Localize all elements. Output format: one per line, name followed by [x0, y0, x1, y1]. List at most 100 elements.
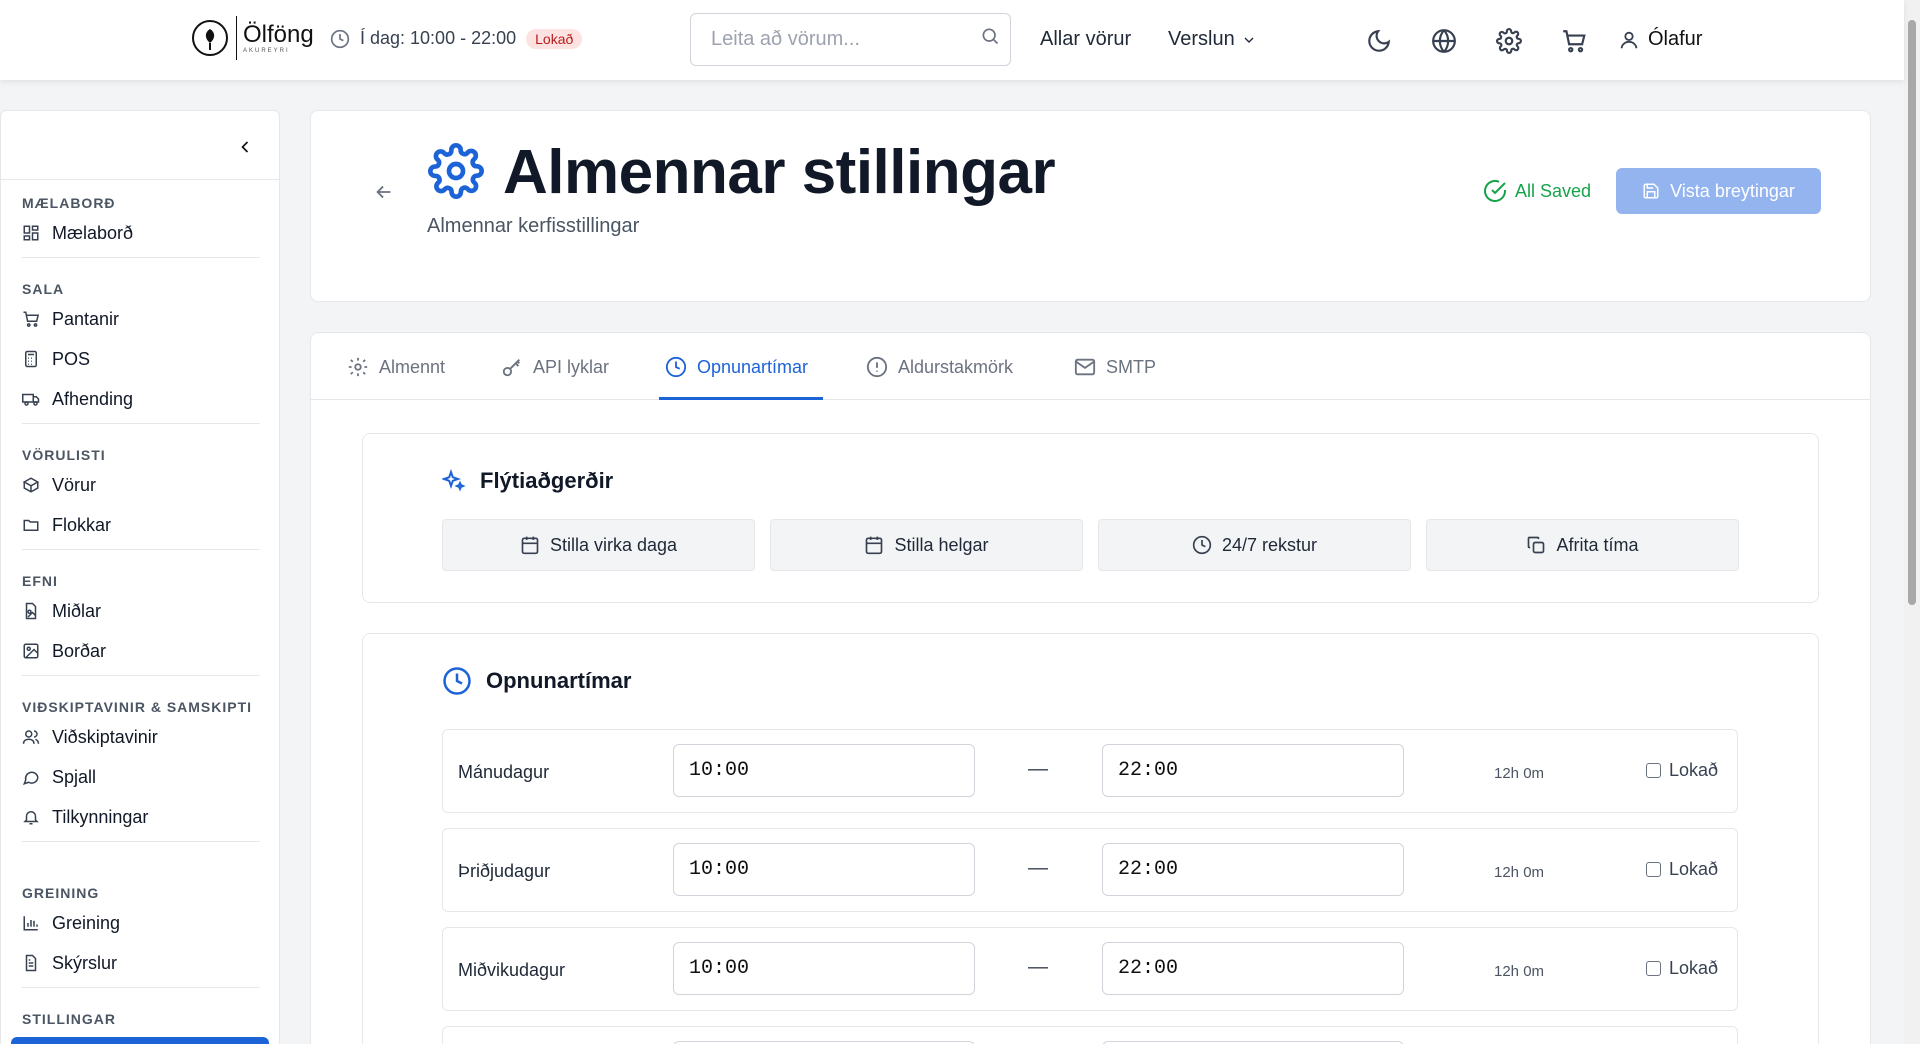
sidebar-item-analytics[interactable]: Greining: [22, 903, 260, 943]
sidebar-group-sales: SALA Pantanir POS Afhending: [22, 279, 260, 424]
sidebar-item-settings-active[interactable]: [11, 1037, 269, 1044]
checkbox-box[interactable]: [1646, 961, 1661, 976]
sidebar-item-orders[interactable]: Pantanir: [22, 299, 260, 339]
nav-store-dropdown[interactable]: Verslun: [1168, 28, 1257, 51]
close-time-input[interactable]: [1102, 843, 1404, 896]
moon-icon[interactable]: [1366, 28, 1392, 54]
sidebar-item-delivery[interactable]: Afhending: [22, 379, 260, 419]
open-time-input[interactable]: [673, 942, 975, 995]
sidebar-item-customers[interactable]: Viðskiptavinir: [22, 717, 260, 757]
settings-tabs: Almennt API lyklar Opnunartímar Aldursta…: [310, 332, 1871, 400]
bar-chart-icon: [23, 916, 38, 931]
sidebar-item-reports[interactable]: Skýrslur: [22, 943, 260, 983]
tab-smtp[interactable]: SMTP: [1074, 353, 1156, 381]
sidebar: MÆLABORÐ Mælaborð SALA Pantanir POS Afhe…: [0, 110, 280, 1044]
sidebar-item-dashboard[interactable]: Mælaborð: [22, 213, 260, 253]
time-separator: —: [1028, 758, 1048, 780]
open-time-input[interactable]: [673, 744, 975, 797]
gear-icon: [428, 143, 484, 199]
search-input[interactable]: [711, 28, 961, 51]
save-changes-label: Vista breytingar: [1670, 180, 1795, 201]
checkbox-box[interactable]: [1646, 763, 1661, 778]
gear-icon[interactable]: [1496, 28, 1522, 54]
checkbox-box[interactable]: [1646, 862, 1661, 877]
sidebar-item-media[interactable]: Miðlar: [22, 591, 260, 631]
key-icon: [502, 359, 520, 377]
sidebar-group-analytics: GREINING Greining Skýrslur: [22, 883, 260, 988]
sidebar-separator: [22, 841, 260, 842]
set-weekdays-button[interactable]: Stilla virka daga: [442, 519, 755, 571]
sidebar-group-title: VIÐSKIPTAVINIR & SAMSKIPTI: [22, 699, 253, 715]
time-separator: —: [1028, 857, 1048, 879]
day-name: Mánudagur: [458, 762, 550, 782]
sidebar-item-label: Vörur: [52, 474, 97, 495]
day-name: Þriðjudagur: [458, 861, 551, 881]
sidebar-group-title: VÖRULISTI: [22, 447, 106, 463]
sidebar-separator: [22, 675, 260, 676]
chevron-left-icon[interactable]: [235, 137, 255, 157]
sidebar-item-categories[interactable]: Flokkar: [22, 505, 260, 545]
sidebar-item-label: Mælaborð: [52, 222, 134, 243]
sidebar-item-banners[interactable]: Borðar: [22, 631, 260, 671]
top-navbar: Ölföng AKUREYRI Í dag: 10:00 - 22:00 Lok…: [0, 0, 1904, 80]
quick-actions-title-label: Flýtiaðgerðir: [480, 468, 614, 493]
logo-icon: [192, 20, 228, 56]
copy-hours-button[interactable]: Afrita tíma: [1426, 519, 1739, 571]
brand-logo[interactable]: Ölföng AKUREYRI: [190, 16, 314, 60]
tab-opening-hours[interactable]: Opnunartímar: [665, 353, 808, 381]
cart-icon[interactable]: [1561, 28, 1587, 54]
sidebar-item-chat[interactable]: Spjall: [22, 757, 260, 797]
sidebar-separator: [22, 257, 260, 258]
sidebar-item-products[interactable]: Vörur: [22, 465, 260, 505]
chevron-down-icon: [1244, 37, 1254, 43]
save-changes-button[interactable]: Vista breytingar: [1616, 168, 1821, 214]
sidebar-item-pos[interactable]: POS: [22, 339, 260, 379]
bell-icon: [23, 811, 39, 825]
page-scrollbar[interactable]: [1904, 0, 1920, 1044]
day-row-wednesday: Miðvikudagur — 12h 0m Lokað: [442, 927, 1738, 1011]
copy-icon: [1528, 536, 1545, 554]
arrow-left-icon[interactable]: [373, 181, 395, 203]
truck-icon: [22, 393, 40, 406]
sidebar-item-label: Spjall: [52, 766, 97, 787]
tab-label: Opnunartímar: [697, 356, 809, 377]
closed-checkbox[interactable]: Lokað: [1646, 760, 1718, 781]
sidebar-item-notifications[interactable]: Tilkynningar: [22, 797, 260, 837]
duration-label: 12h 0m: [1494, 963, 1545, 980]
sidebar-item-label: Borðar: [52, 640, 107, 661]
closed-checkbox[interactable]: Lokað: [1646, 859, 1718, 880]
sidebar-group-dashboard: MÆLABORÐ Mælaborð: [22, 193, 260, 258]
quick-actions-card: [362, 433, 1819, 603]
set-weekends-button[interactable]: Stilla helgar: [770, 519, 1083, 571]
sidebar-group-settings: STILLINGAR: [22, 1009, 260, 1029]
tab-api-keys[interactable]: API lyklar: [501, 353, 609, 381]
nav-all-products[interactable]: Allar vörur: [1040, 28, 1131, 51]
tab-general[interactable]: Almennt: [347, 353, 445, 381]
open-time-input[interactable]: [673, 843, 975, 896]
calendar-icon: [866, 536, 883, 555]
time-separator: —: [1028, 956, 1048, 978]
search-icon[interactable]: [980, 26, 1000, 46]
button-label: Stilla virka daga: [549, 534, 678, 555]
user-menu[interactable]: Ólafur: [1618, 28, 1702, 51]
button-label: Afrita tíma: [1556, 534, 1639, 555]
day-row-thursday: [442, 1026, 1738, 1044]
close-time-input[interactable]: [1102, 942, 1404, 995]
calculator-icon: [25, 350, 37, 368]
close-time-input[interactable]: [1102, 744, 1404, 797]
file-image-icon: [25, 602, 37, 620]
box-icon: [22, 477, 40, 493]
cart-icon: [23, 311, 40, 327]
globe-icon[interactable]: [1431, 28, 1457, 54]
closed-label: Lokað: [1669, 760, 1719, 780]
sparkles-icon: [442, 469, 466, 492]
sidebar-group-title: STILLINGAR: [22, 1011, 116, 1027]
set-24-7-button[interactable]: 24/7 rekstur: [1098, 519, 1411, 571]
sidebar-item-label: Tilkynningar: [52, 806, 149, 827]
scrollbar-thumb[interactable]: [1908, 20, 1916, 605]
sidebar-item-label: Flokkar: [52, 514, 112, 535]
closed-checkbox[interactable]: Lokað: [1646, 958, 1718, 979]
tab-age-limits[interactable]: Aldurstakmörk: [866, 353, 1013, 381]
sidebar-item-label: POS: [52, 348, 91, 369]
sidebar-group-title: GREINING: [22, 885, 100, 901]
